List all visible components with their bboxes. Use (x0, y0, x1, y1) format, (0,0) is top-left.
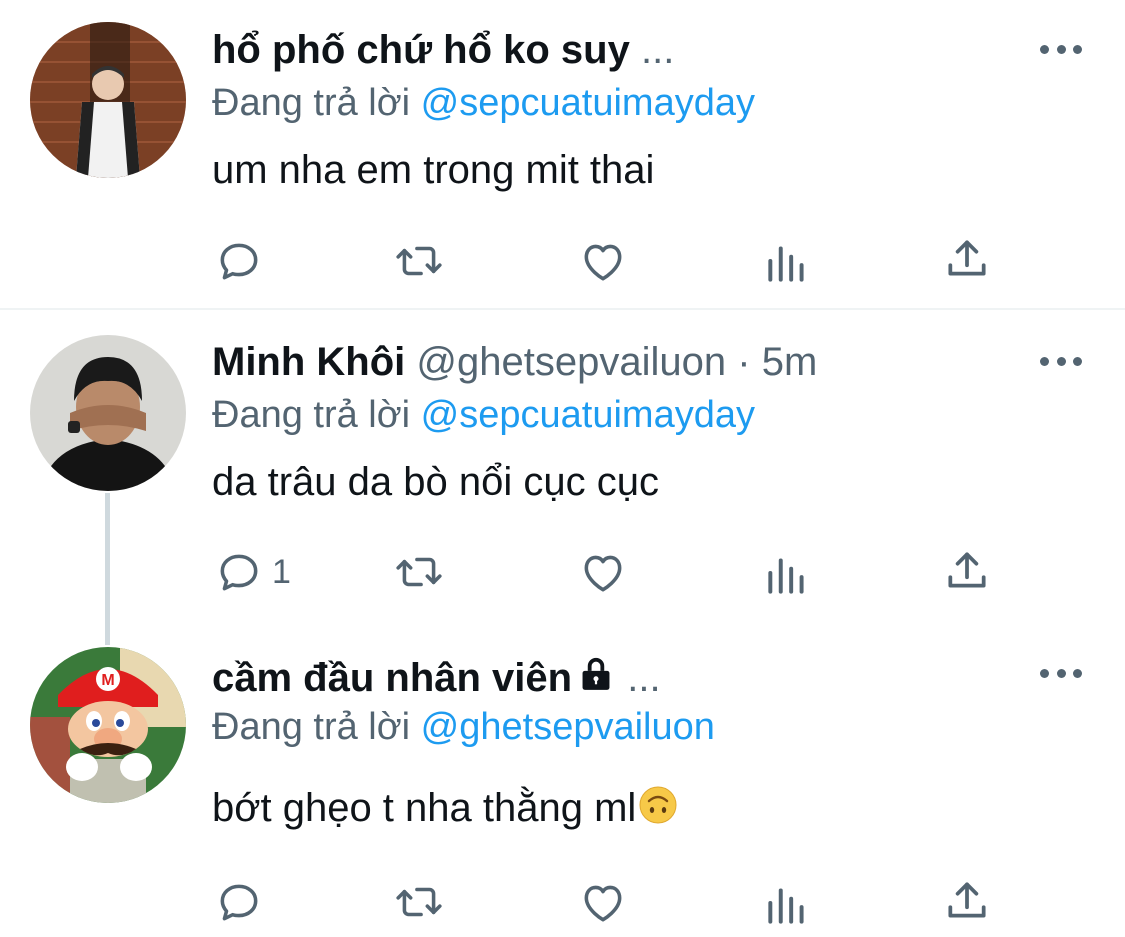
more-icon (1040, 668, 1049, 678)
reply-button[interactable] (214, 236, 264, 286)
truncation-ellipsis: ... (627, 656, 661, 700)
display-name[interactable]: cầm đầu nhân viên (212, 656, 572, 700)
reply-icon (220, 554, 258, 591)
reply-icon (220, 243, 258, 280)
mention-link[interactable]: @sepcuatuimayday (421, 82, 755, 124)
timestamp[interactable]: 5m (762, 340, 818, 384)
more-icon (1040, 44, 1049, 54)
replying-to-label: Đang trả lời (212, 706, 411, 748)
svg-text:M: M (101, 672, 114, 689)
avatar[interactable] (30, 22, 186, 178)
reply-count: 1 (272, 553, 291, 591)
avatar-image: M (30, 647, 186, 803)
tweet-text: um nha em trong mit thai (212, 148, 655, 192)
more-options-button[interactable] (1040, 351, 1082, 371)
lock-icon (576, 655, 616, 704)
tweet-header: hổ phố chứ hổ ko suy ... (212, 26, 674, 74)
avatar[interactable]: M (30, 647, 186, 803)
analytics-button[interactable] (762, 880, 812, 930)
replying-to-label: Đang trả lời (212, 394, 411, 436)
replying-to: Đang trả lời @ghetsepvailuon (212, 704, 715, 750)
display-name[interactable]: hổ phố chứ hổ ko suy (212, 28, 630, 72)
truncation-ellipsis: ... (640, 28, 675, 72)
mention-link[interactable]: @sepcuatuimayday (421, 394, 755, 436)
share-icon (948, 240, 986, 276)
reply-button[interactable] (214, 877, 264, 927)
tweet-text: bớt ghẹo t nha thằng ml (212, 784, 678, 836)
replying-to: Đang trả lời @sepcuatuimayday (212, 392, 755, 438)
analytics-icon (768, 888, 804, 924)
retweet-icon (396, 887, 442, 917)
separator-dot: · (737, 340, 751, 384)
tweet-header: cầm đầu nhân viên ... (212, 654, 661, 704)
share-button[interactable] (942, 876, 992, 926)
share-icon (948, 552, 986, 588)
mention-link[interactable]: @ghetsepvailuon (421, 706, 715, 748)
avatar-image (30, 335, 186, 491)
like-icon (584, 555, 622, 592)
like-button[interactable] (578, 877, 628, 927)
upside-down-face-emoji (638, 785, 678, 836)
thread-connector (105, 493, 110, 645)
analytics-icon (768, 246, 804, 282)
like-icon (584, 244, 622, 281)
reply-button[interactable] (214, 547, 264, 597)
more-icon (1040, 356, 1049, 366)
analytics-icon (768, 558, 804, 594)
like-button[interactable] (578, 547, 628, 597)
tweet-header: Minh Khôi @ghetsepvailuon · 5m (212, 338, 817, 386)
retweet-button[interactable] (394, 877, 444, 927)
tweet-text-content: bớt ghẹo t nha thằng ml (212, 786, 637, 830)
divider (0, 308, 1125, 310)
user-handle[interactable]: @ghetsepvailuon (416, 340, 726, 384)
share-button[interactable] (942, 234, 992, 284)
share-button[interactable] (942, 546, 992, 596)
retweet-icon (396, 246, 442, 276)
like-button[interactable] (578, 236, 628, 286)
more-options-button[interactable] (1040, 39, 1082, 59)
retweet-icon (396, 557, 442, 587)
retweet-button[interactable] (394, 547, 444, 597)
avatar-image (30, 22, 186, 178)
replying-to: Đang trả lời @sepcuatuimayday (212, 80, 755, 126)
more-options-button[interactable] (1040, 663, 1082, 683)
avatar[interactable] (30, 335, 186, 491)
share-icon (948, 882, 986, 918)
reply-icon (220, 884, 258, 921)
like-icon (584, 885, 622, 922)
tweet-text: da trâu da bò nổi cục cục (212, 460, 659, 504)
replying-to-label: Đang trả lời (212, 82, 411, 124)
analytics-button[interactable] (762, 550, 812, 600)
retweet-button[interactable] (394, 236, 444, 286)
display-name[interactable]: Minh Khôi (212, 340, 405, 384)
analytics-button[interactable] (762, 238, 812, 288)
